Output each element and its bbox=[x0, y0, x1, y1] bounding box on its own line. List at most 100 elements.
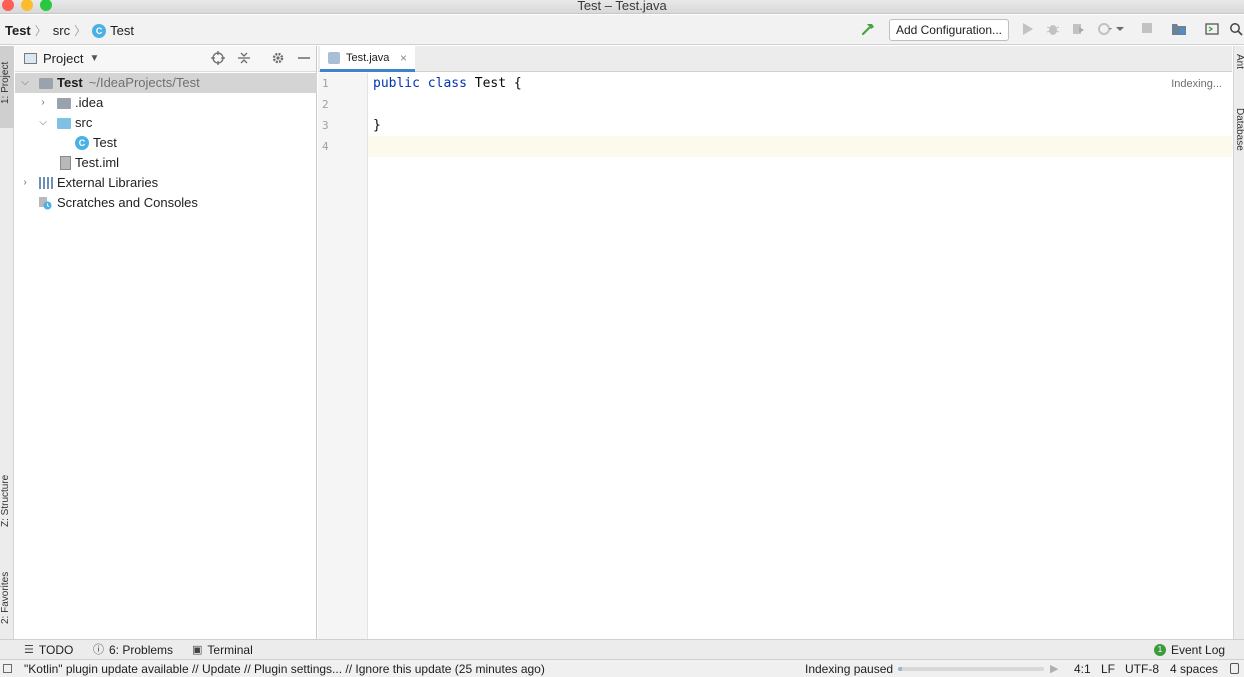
project-panel: Project ▼ ⌵ Test ~/IdeaProjects/Test › .… bbox=[15, 46, 317, 639]
breadcrumb-project[interactable]: Test bbox=[5, 23, 31, 38]
folder-icon bbox=[57, 98, 71, 109]
breadcrumb-separator: 〉 bbox=[74, 24, 87, 38]
right-tool-stripe: Ant Database bbox=[1233, 46, 1244, 639]
source-folder-icon bbox=[57, 118, 71, 129]
tab-test-java[interactable]: Test.java × bbox=[320, 46, 415, 72]
todo-label: TODO bbox=[38, 643, 74, 657]
caret-position[interactable]: 4:1 bbox=[1074, 662, 1091, 676]
ant-tool-tab[interactable]: Ant bbox=[1234, 54, 1244, 69]
keyword: public bbox=[373, 76, 420, 91]
class-icon: C bbox=[75, 136, 89, 150]
indexing-progress-bar bbox=[898, 667, 1044, 671]
editor: Test.java × 1 2 3 4 public class Test { … bbox=[318, 46, 1232, 639]
code-line: } bbox=[373, 118, 381, 133]
breadcrumb: Test 〉 src 〉 C Test bbox=[5, 22, 134, 39]
tree-item-idea[interactable]: › .idea bbox=[15, 93, 317, 113]
resume-indexing-icon[interactable]: ▶ bbox=[1050, 662, 1058, 675]
tree-item-test-class[interactable]: C Test bbox=[15, 133, 317, 153]
terminal-tool-button[interactable]: ▣ Terminal bbox=[192, 642, 253, 658]
debug-icon[interactable] bbox=[1045, 22, 1061, 38]
chevron-down-icon[interactable]: ⌵ bbox=[19, 73, 31, 93]
line-number: 4 bbox=[322, 140, 329, 153]
chevron-down-icon: ▼ bbox=[89, 53, 100, 64]
tree-item-label: src bbox=[75, 115, 93, 130]
line-number: 1 bbox=[322, 77, 329, 90]
stop-icon[interactable] bbox=[1139, 22, 1155, 38]
chevron-down-icon[interactable] bbox=[1112, 22, 1128, 38]
breadcrumb-separator: 〉 bbox=[34, 24, 47, 38]
list-icon: ☰ bbox=[24, 644, 34, 656]
info-icon: ⓘ bbox=[93, 644, 104, 656]
project-structure-icon[interactable] bbox=[1171, 22, 1187, 38]
project-tool-tab[interactable]: 1: Project bbox=[0, 46, 14, 128]
event-log-tool-button[interactable]: 1 Event Log bbox=[1154, 642, 1225, 658]
module-folder-icon bbox=[39, 78, 53, 89]
project-view-selector[interactable]: Project ▼ bbox=[24, 51, 99, 66]
event-log-badge: 1 bbox=[1154, 644, 1166, 656]
terminal-icon: ▣ bbox=[192, 644, 203, 656]
code-line: public class Test { bbox=[373, 73, 522, 94]
library-icon bbox=[39, 177, 53, 189]
code-editor[interactable]: public class Test { } bbox=[369, 73, 1232, 639]
hide-panel-icon[interactable] bbox=[296, 51, 312, 67]
indexing-status: Indexing paused bbox=[805, 662, 894, 676]
database-tool-tab[interactable]: Database bbox=[1234, 108, 1244, 151]
gear-icon[interactable] bbox=[270, 51, 286, 67]
tree-item-label: Scratches and Consoles bbox=[57, 195, 198, 210]
project-tree: ⌵ Test ~/IdeaProjects/Test › .idea ⌵ src … bbox=[15, 73, 317, 213]
keyword: class bbox=[427, 76, 467, 91]
bottom-tool-bar: ☰ TODO ⓘ 6: Problems ▣ Terminal 1 Event … bbox=[0, 639, 1244, 659]
indexing-indicator: Indexing... bbox=[1171, 78, 1222, 90]
chevron-down-icon[interactable]: ⌵ bbox=[37, 113, 49, 133]
tree-item-src[interactable]: ⌵ src bbox=[15, 113, 317, 133]
collapse-all-icon[interactable] bbox=[236, 51, 252, 67]
status-message[interactable]: "Kotlin" plugin update available // Upda… bbox=[24, 662, 545, 676]
chevron-right-icon[interactable]: › bbox=[19, 173, 31, 193]
tree-item-iml[interactable]: Test.iml bbox=[15, 153, 317, 173]
problems-label: 6: Problems bbox=[109, 643, 174, 657]
search-icon[interactable] bbox=[1228, 22, 1244, 38]
line-number: 2 bbox=[322, 98, 329, 111]
tree-item-label: Test bbox=[93, 135, 117, 150]
todo-tool-button[interactable]: ☰ TODO bbox=[24, 642, 73, 658]
code-text: Test { bbox=[466, 76, 522, 91]
tree-item-scratches[interactable]: Scratches and Consoles bbox=[15, 193, 317, 213]
tree-item-project-root[interactable]: ⌵ Test ~/IdeaProjects/Test bbox=[15, 73, 317, 93]
structure-tool-tab[interactable]: Z: Structure bbox=[0, 451, 14, 531]
line-separator[interactable]: LF bbox=[1101, 662, 1115, 676]
favorites-tool-tab[interactable]: 2: Favorites bbox=[0, 548, 14, 628]
profile-icon[interactable] bbox=[1097, 22, 1113, 38]
run-icon[interactable] bbox=[1020, 22, 1036, 38]
tree-item-external-libraries[interactable]: › External Libraries bbox=[15, 173, 317, 193]
layout-icon[interactable] bbox=[1204, 22, 1220, 38]
project-panel-title: Project bbox=[43, 51, 84, 66]
breadcrumb-class[interactable]: Test bbox=[110, 23, 134, 38]
tab-label: Test.java bbox=[346, 52, 390, 64]
add-configuration-button[interactable]: Add Configuration... bbox=[889, 19, 1009, 41]
locate-icon[interactable] bbox=[210, 51, 226, 67]
lock-icon[interactable] bbox=[1230, 663, 1239, 674]
chevron-right-icon[interactable]: › bbox=[37, 93, 49, 113]
navigation-bar: Test 〉 src 〉 C Test Add Configuration... bbox=[0, 15, 1244, 45]
coverage-icon[interactable] bbox=[1070, 22, 1086, 38]
hammer-icon[interactable] bbox=[860, 21, 876, 37]
left-tool-stripe: 1: Project Z: Structure 2: Favorites bbox=[0, 46, 14, 639]
progress-fill bbox=[898, 667, 903, 671]
tree-item-label: .idea bbox=[75, 95, 104, 110]
title-bar: Test – Test.java bbox=[0, 0, 1244, 14]
line-number: 3 bbox=[322, 119, 329, 132]
scratches-icon bbox=[38, 196, 52, 210]
indent-setting[interactable]: 4 spaces bbox=[1170, 662, 1218, 676]
tree-item-path: ~/IdeaProjects/Test bbox=[88, 75, 200, 90]
project-panel-header: Project ▼ bbox=[15, 46, 316, 72]
class-icon: C bbox=[92, 23, 107, 38]
window-title: Test – Test.java bbox=[577, 0, 667, 13]
problems-tool-button[interactable]: ⓘ 6: Problems bbox=[93, 642, 173, 658]
toggle-tool-windows-icon[interactable] bbox=[3, 664, 12, 673]
breadcrumb-src[interactable]: src bbox=[53, 23, 70, 38]
editor-tab-bar: Test.java × bbox=[318, 46, 1232, 72]
close-icon[interactable]: × bbox=[400, 46, 407, 70]
tree-item-label: Test bbox=[57, 75, 83, 90]
tree-item-label: External Libraries bbox=[57, 175, 159, 190]
file-encoding[interactable]: UTF-8 bbox=[1125, 662, 1159, 676]
